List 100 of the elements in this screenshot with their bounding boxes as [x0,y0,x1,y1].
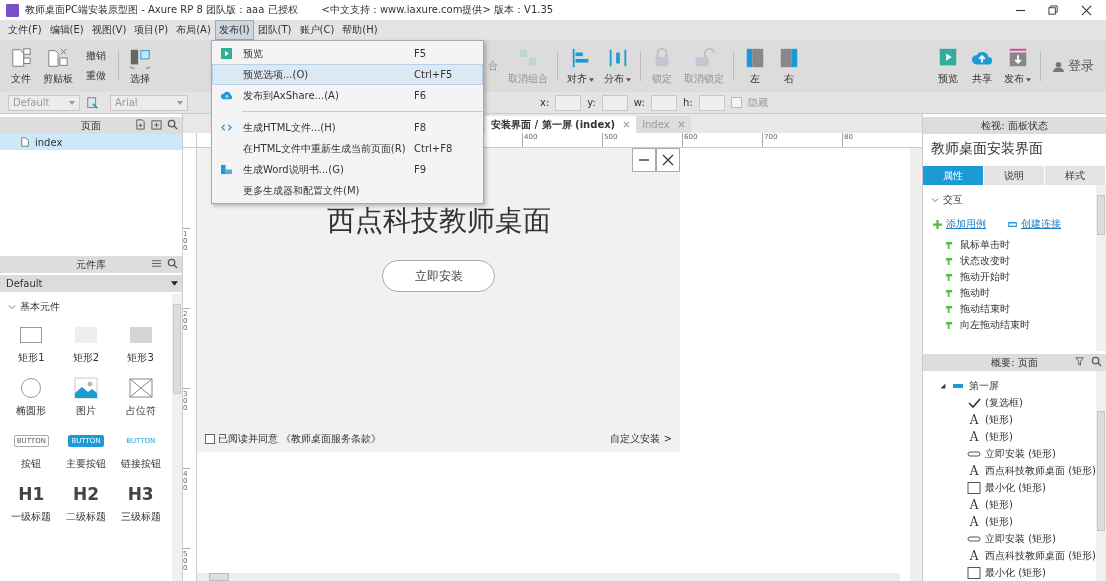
text-icon: A [967,412,981,427]
search-icon[interactable] [167,119,178,130]
tree-item[interactable]: 立即安装 (矩形) [939,445,1096,462]
widget-item[interactable]: H1 一级标题 [4,483,59,524]
widget-item[interactable]: H3 三级标题 [113,483,168,524]
section-header[interactable]: 基本元件 [0,294,172,320]
toolbar-button[interactable]: 左 [738,46,772,86]
tree-item[interactable]: (复选框) [939,394,1096,411]
scrollbar[interactable] [1096,185,1106,351]
hidden-checkbox[interactable] [730,97,742,108]
tree-item[interactable]: A (矩形) [939,496,1096,513]
close-icon [662,154,674,166]
tree-item[interactable]: A (矩形) [939,411,1096,428]
search-icon[interactable] [1091,356,1102,367]
scrollbar[interactable] [1096,371,1106,581]
toolbar-button[interactable]: 发布 [999,46,1036,86]
toolbar-button[interactable]: 选择 [123,46,157,86]
toolbar-button[interactable]: 分布 [599,46,636,86]
tree-item[interactable]: 最小化 (矩形) [939,564,1096,581]
restore-icon[interactable] [1048,4,1059,16]
minimize-button[interactable] [632,148,656,172]
widget-item[interactable]: H2 二级标题 [58,483,114,524]
menu-item[interactable]: 发布(I) [214,20,254,40]
page-tab[interactable]: 安装界面 / 第一屏 (index) [485,116,637,133]
menu-item[interactable]: 更多生成器和配置文件(M) [212,180,483,201]
input-field[interactable] [555,94,582,111]
add-page-icon[interactable] [135,119,146,130]
event-item[interactable]: 拖动时 [931,285,1088,301]
format-painter-icon[interactable] [86,95,100,110]
check-icon [967,396,981,409]
caret-icon [177,100,183,105]
caret-icon [589,77,594,82]
event-item[interactable]: 状态改变时 [931,253,1088,269]
add-case-link[interactable]: 添加用例 [933,217,986,231]
menu-item[interactable]: 在HTML文件中重新生成当前页面(R) Ctrl+F8 [212,138,483,159]
toolbar-button[interactable]: 剪贴板 [38,46,78,86]
widget-item[interactable]: 矩形3 [113,324,168,365]
menu-item[interactable]: 帮助(H) [338,20,382,40]
heading: 西点科技教师桌面 [326,203,551,239]
event-item[interactable]: 拖动开始时 [931,269,1088,285]
section-header[interactable]: 交互 [931,189,1088,211]
toolbar-button[interactable]: 共享 [965,46,999,86]
tree-item[interactable]: A 西点科技教师桌面 (矩形) [939,462,1096,479]
widget-item[interactable]: 椭圆形 [4,377,59,418]
text-icon: A [967,463,981,478]
event-item[interactable]: 拖动结束时 [931,301,1088,317]
menu-item[interactable]: 发布到AxShare...(A) F6 [212,85,483,106]
widget-item[interactable]: 矩形2 [58,324,114,365]
widget-item[interactable]: 占位符 [113,377,168,418]
heading-sample: H1 [18,484,45,504]
tree-item[interactable]: A (矩形) [939,428,1096,445]
menu-item[interactable]: 预览 F5 [212,43,483,64]
toolbar-button[interactable]: 对齐 [562,46,599,86]
search-icon[interactable] [167,258,178,269]
custom-install-link[interactable]: 自定义安装 > [610,432,672,446]
scrollbar[interactable] [910,148,922,581]
menu-icon[interactable] [151,258,162,269]
close-icon[interactable] [1081,4,1092,16]
widget-item[interactable]: 矩形1 [4,324,59,365]
agree-checkbox[interactable] [205,434,215,444]
inspector-tab[interactable]: 样式 [1045,166,1106,185]
caret-icon [69,100,75,105]
menu-item[interactable]: 生成HTML文件...(H) F8 [212,117,483,138]
menu-item[interactable]: 项目(P) [130,20,173,40]
tree-item[interactable]: A 西点科技教师桌面 (矩形) [939,547,1096,564]
tree-item[interactable]: 立即安装 (矩形) [939,530,1096,547]
menu-item[interactable]: 编辑(E) [45,20,88,40]
tree-item[interactable]: 最小化 (矩形) [939,479,1096,496]
menu-item[interactable]: 文件(F) [4,20,46,40]
add-folder-icon[interactable] [151,119,162,130]
toolbar-button[interactable]: 预览 [931,46,965,86]
menu-item[interactable]: 团队(T) [253,20,296,40]
menu-item[interactable]: 布局(A) [172,20,215,40]
widget-item[interactable]: 图片 [58,377,114,418]
toolbar-button[interactable]: 文件 [4,46,38,86]
close-button[interactable] [656,148,680,172]
filter-icon[interactable] [1075,356,1086,367]
scrollbar[interactable] [172,294,182,581]
create-link-link[interactable]: 创建连接 [1008,217,1061,231]
library-dropdown[interactable]: Default [0,275,182,292]
tree-item[interactable]: 第一屏 [939,377,1096,394]
menu-item[interactable]: 账户(C) [295,20,339,40]
input-field[interactable] [698,94,725,111]
event-item[interactable]: 鼠标单击时 [931,237,1088,253]
login-button[interactable]: 登录 [1045,57,1102,75]
caret-icon [626,77,631,82]
input-field[interactable] [601,94,628,111]
input-field[interactable] [650,94,677,111]
event-item[interactable]: 向左拖动结束时 [931,317,1088,333]
toolbar-button[interactable]: 右 [772,46,806,86]
menu-item[interactable]: 生成Word说明书...(G) F9 [212,159,483,180]
scrollbar[interactable] [197,573,900,581]
page-item[interactable]: index [0,134,182,150]
install-button[interactable]: 立即安装 [382,260,495,292]
undo-button[interactable]: 撤销 [86,49,106,63]
inspector-tab[interactable]: 说明 [984,166,1045,185]
menu-item[interactable]: 视图(V) [87,20,131,40]
menu-item[interactable]: 预览选项...(O) Ctrl+F5 [212,64,483,85]
tree-item[interactable]: A (矩形) [939,513,1096,530]
redo-button[interactable]: 重做 [86,69,106,83]
